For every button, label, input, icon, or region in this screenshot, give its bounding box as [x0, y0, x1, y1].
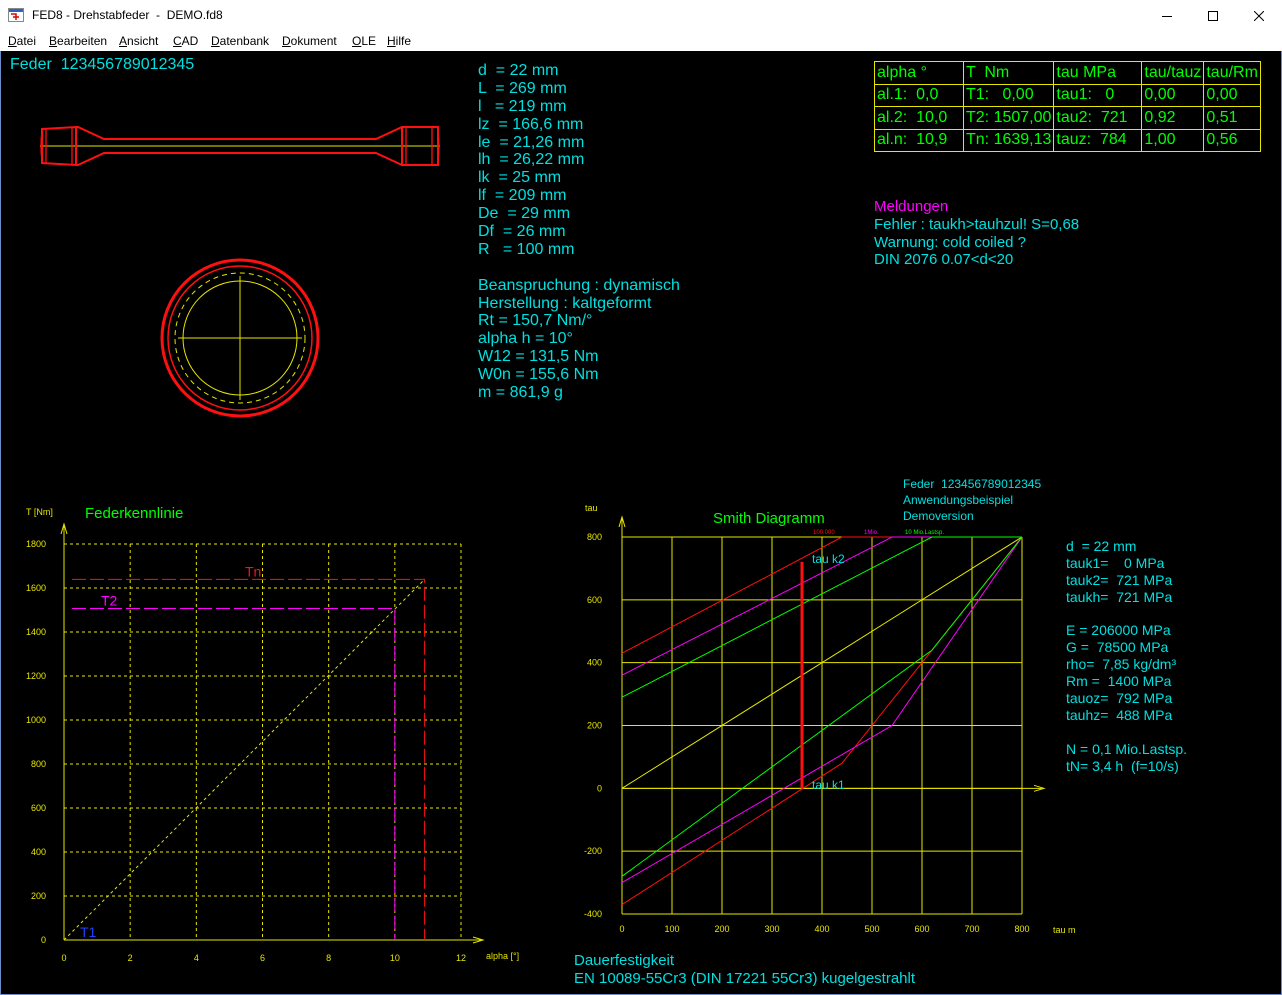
smith-info-2: Anwendungsbeispiel — [903, 493, 1014, 507]
x-tick-label: 500 — [864, 924, 879, 934]
curve-label: 100.000 — [813, 530, 835, 536]
info-d: d = 22 mm — [1066, 538, 1137, 554]
x-tick-label: 100 — [664, 924, 679, 934]
footer-line-2: EN 10089-55Cr3 (DIN 17221 55Cr3) kugelge… — [574, 970, 916, 987]
info-tauoz: tauoz= 792 MPa — [1066, 690, 1173, 707]
y-tick-label: -400 — [584, 909, 602, 919]
tau-k2-label: tau k2 — [812, 552, 845, 566]
y-axis-label: tau — [585, 503, 598, 513]
info-tauhz: tauhz= 488 MPa — [1066, 706, 1173, 723]
info-Rm: Rm = 1400 MPa — [1066, 673, 1172, 690]
x-tick-label: 600 — [914, 924, 929, 934]
x-tick-label: 200 — [714, 924, 729, 934]
y-tick-label: 400 — [587, 658, 602, 668]
smith-info-3: Demoversion — [903, 509, 974, 523]
x-tick-label: 800 — [1014, 924, 1029, 934]
y-tick-label: 800 — [587, 532, 602, 542]
x-axis-label: tau m — [1053, 925, 1076, 935]
curve-label: 10 Mio.Lastsp. — [905, 530, 944, 536]
federkennlinie-title: Federkennlinie — [85, 505, 184, 522]
x-tick-label: 0 — [619, 924, 624, 934]
info-tN: tN= 3,4 h (f=10/s) — [1066, 757, 1179, 774]
tau-k1-label: tau k1 — [812, 778, 845, 792]
info-E: E = 206000 MPa — [1066, 622, 1171, 639]
y-tick-label: 600 — [587, 595, 602, 605]
info-G: G = 78500 MPa — [1066, 639, 1169, 656]
footer-line-1: Dauerfestigkeit — [574, 952, 675, 969]
material-info: d = 22 mm tauk1= 0 MPa tauk2= 721 MPa ta… — [1066, 538, 1187, 774]
x-tick-label: 400 — [814, 924, 829, 934]
x-tick-label: 700 — [964, 924, 979, 934]
info-tauk1: tauk1= 0 MPa — [1066, 554, 1165, 571]
smith-title: Smith Diagramm — [713, 510, 825, 527]
info-rho: rho= 7,85 kg/dm³ — [1066, 656, 1177, 673]
info-N: N = 0,1 Mio.Lastsp. — [1066, 740, 1188, 757]
info-taukh: taukh= 721 MPa — [1066, 588, 1173, 605]
smith-diagram-chart: 0 100 200 300 400 500 600 700 800 -400 -200 0 200 400… — [584, 503, 1076, 935]
smith-info-1: Feder 123456789012345 — [903, 477, 1042, 491]
info-tauk2: tauk2= 721 MPa — [1066, 571, 1173, 588]
y-tick-label: 200 — [587, 721, 602, 731]
x-tick-label: 300 — [764, 924, 779, 934]
y-tick-label: -200 — [584, 846, 602, 856]
curve-label: 1Mio. — [864, 530, 879, 536]
y-tick-label: 0 — [597, 783, 602, 793]
